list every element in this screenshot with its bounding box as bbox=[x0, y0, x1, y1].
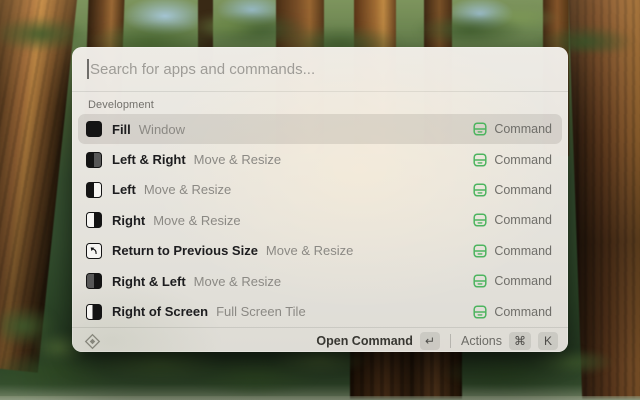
command-type-label: Command bbox=[494, 122, 552, 136]
wallpaper-ground bbox=[0, 396, 640, 400]
footer-bar: Open Command ↵ Actions ⌘ K bbox=[72, 328, 568, 352]
window-management-extension-icon bbox=[473, 213, 487, 227]
command-list: Fill Window Command Left & Right Move & … bbox=[72, 114, 568, 327]
command-subtitle: Move & Resize bbox=[266, 243, 353, 258]
section-header-development: Development bbox=[72, 92, 568, 114]
command-title: Return to Previous Size bbox=[112, 243, 258, 258]
command-modifier-key: ⌘ bbox=[509, 332, 531, 350]
command-subtitle: Window bbox=[139, 122, 185, 137]
command-title: Left bbox=[112, 182, 136, 197]
command-title: Right of Screen bbox=[112, 304, 208, 319]
left-icon bbox=[86, 182, 102, 198]
search-input[interactable] bbox=[72, 47, 568, 91]
command-type-label: Command bbox=[494, 274, 552, 288]
open-command-label[interactable]: Open Command bbox=[316, 334, 413, 348]
raycast-command-palette: Development Fill Window Command Left & bbox=[72, 47, 568, 352]
list-item[interactable]: Return to Previous Size Move & Resize Co… bbox=[78, 236, 562, 266]
command-type-label: Command bbox=[494, 153, 552, 167]
command-subtitle: Move & Resize bbox=[144, 182, 231, 197]
command-subtitle: Move & Resize bbox=[194, 274, 281, 289]
return-key: ↵ bbox=[420, 332, 440, 350]
return-previous-icon bbox=[86, 243, 102, 259]
command-title: Fill bbox=[112, 122, 131, 137]
list-item[interactable]: Fill Window Command bbox=[78, 114, 562, 144]
command-subtitle: Full Screen Tile bbox=[216, 304, 306, 319]
footer-vertical-divider bbox=[450, 334, 451, 348]
window-management-extension-icon bbox=[473, 183, 487, 197]
command-title: Right & Left bbox=[112, 274, 186, 289]
command-type-label: Command bbox=[494, 213, 552, 227]
actions-label[interactable]: Actions bbox=[461, 334, 502, 348]
command-title: Right bbox=[112, 213, 145, 228]
command-type-label: Command bbox=[494, 244, 552, 258]
command-type-label: Command bbox=[494, 305, 552, 319]
command-type-label: Command bbox=[494, 183, 552, 197]
right-left-icon bbox=[86, 273, 102, 289]
window-management-extension-icon bbox=[473, 305, 487, 319]
window-management-extension-icon bbox=[473, 153, 487, 167]
search-bar[interactable] bbox=[72, 47, 568, 91]
window-management-extension-icon bbox=[473, 274, 487, 288]
window-management-extension-icon bbox=[473, 244, 487, 258]
k-key: K bbox=[538, 332, 558, 350]
wallpaper-tree-trunk bbox=[568, 0, 640, 400]
list-item[interactable]: Left Move & Resize Command bbox=[78, 175, 562, 205]
text-caret bbox=[87, 59, 89, 79]
command-subtitle: Move & Resize bbox=[153, 213, 240, 228]
right-of-screen-icon bbox=[86, 304, 102, 320]
list-item[interactable]: Right & Left Move & Resize Command bbox=[78, 266, 562, 296]
raycast-logo-icon bbox=[84, 333, 101, 350]
command-subtitle: Move & Resize bbox=[194, 152, 281, 167]
right-icon bbox=[86, 212, 102, 228]
list-item[interactable]: Left & Right Move & Resize Command bbox=[78, 144, 562, 174]
window-management-extension-icon bbox=[473, 122, 487, 136]
command-title: Left & Right bbox=[112, 152, 186, 167]
left-right-icon bbox=[86, 152, 102, 168]
list-item[interactable]: Right of Screen Full Screen Tile Command bbox=[78, 296, 562, 326]
wallpaper-foliage bbox=[0, 0, 640, 52]
list-item[interactable]: Right Move & Resize Command bbox=[78, 205, 562, 235]
fill-icon bbox=[86, 121, 102, 137]
